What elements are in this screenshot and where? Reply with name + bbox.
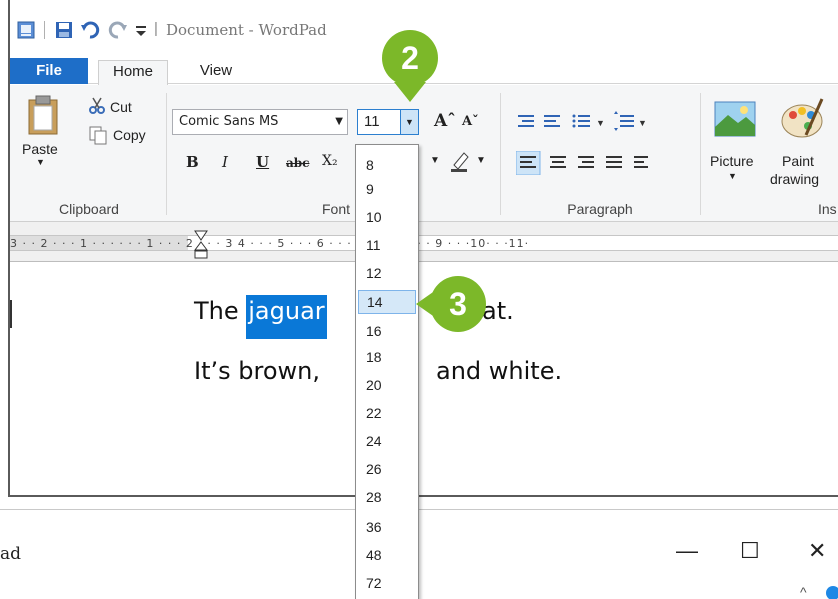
strikethrough-button[interactable]: abc (286, 156, 309, 170)
clipboard-group-label: Clipboard (59, 201, 119, 217)
step-2-callout: 2 (382, 30, 438, 86)
font-size-option[interactable]: 12 (358, 261, 416, 285)
selected-text[interactable]: jaguar (246, 295, 327, 339)
tab-home[interactable]: Home (98, 60, 168, 87)
step-3-callout: 3 (430, 276, 486, 332)
italic-button[interactable]: I (222, 153, 228, 171)
paint-drawing-label-2[interactable]: drawing (770, 171, 819, 187)
font-size-option[interactable]: 16 (358, 319, 416, 343)
subscript-button[interactable]: X₂ (322, 153, 338, 169)
screenshot-stage: | Document - WordPad File Home View Past… (0, 0, 838, 599)
font-size-dropdown-list[interactable]: 8 9 10 11 12 14 16 18 20 22 24 26 28 36 … (355, 144, 419, 599)
group-divider (166, 93, 167, 215)
font-size-option[interactable]: 36 (358, 515, 416, 539)
font-size-option[interactable]: 11 (358, 233, 416, 257)
font-size-option[interactable]: 24 (358, 429, 416, 453)
close-button[interactable]: ✕ (808, 538, 826, 564)
group-divider (500, 93, 501, 215)
copy-icon[interactable] (88, 125, 108, 145)
second-window-titlebar: ad — ☐ ✕ ^ (0, 509, 838, 599)
tray-app-icon[interactable] (826, 586, 838, 599)
paragraph-list-icons[interactable]: ▼ ▼ (516, 111, 696, 133)
font-size-option[interactable]: 22 (358, 401, 416, 425)
paste-label: Paste (22, 141, 58, 157)
font-size-value[interactable]: 11 (358, 111, 400, 133)
text-color-arrow-icon[interactable]: ▼ (430, 155, 440, 166)
font-size-option[interactable]: 10 (358, 205, 416, 229)
save-icon[interactable] (54, 20, 74, 40)
chevron-down-icon: ▼ (335, 116, 343, 127)
grow-font-button[interactable]: Aˆ (434, 111, 456, 131)
picture-button[interactable]: Picture (710, 153, 754, 169)
font-size-option[interactable]: 28 (358, 485, 416, 509)
insert-group-label: Ins (818, 201, 837, 217)
cut-icon[interactable] (88, 97, 106, 115)
tab-view[interactable]: View (186, 60, 246, 84)
qat-separator (44, 21, 45, 39)
paste-button[interactable]: Paste ▼ (22, 95, 66, 185)
copy-button[interactable]: Copy (113, 127, 146, 143)
step-3-callout-pointer (416, 290, 436, 318)
font-size-option-hovered[interactable]: 14 (358, 290, 416, 314)
redo-icon[interactable] (108, 20, 128, 40)
document-line-2-end[interactable]: and white. (436, 357, 562, 385)
font-size-option[interactable]: 9 (358, 177, 416, 201)
indent-marker-icon[interactable] (194, 230, 208, 260)
font-size-option[interactable]: 20 (358, 373, 416, 397)
highlight-pen-icon[interactable] (448, 149, 472, 173)
window-title: Document - WordPad (166, 21, 327, 39)
font-size-option[interactable]: 26 (358, 457, 416, 481)
tab-file[interactable]: File (10, 58, 88, 84)
minimize-button[interactable]: — (676, 538, 698, 564)
svg-text:▼: ▼ (596, 118, 605, 128)
font-size-option[interactable]: 48 (358, 543, 416, 567)
alignment-icons[interactable] (516, 151, 696, 175)
font-family-value: Comic Sans MS (179, 114, 279, 129)
document-line-1[interactable]: The jaguar (194, 295, 327, 339)
shrink-font-button[interactable]: Aˇ (462, 114, 479, 129)
highlight-arrow-icon[interactable]: ▼ (476, 155, 486, 166)
bold-button[interactable]: B (186, 153, 199, 171)
customize-qat-icon[interactable] (134, 20, 148, 40)
font-size-dropdown-button[interactable]: ▼ (400, 110, 418, 134)
wordpad-app-icon[interactable] (16, 20, 36, 40)
ruler-scale[interactable]: 3 · · 2 · · · 1 · · · · · · 1 · · · 2 · … (10, 235, 838, 251)
paste-icon (28, 95, 58, 135)
step-2-callout-pointer (394, 82, 426, 102)
font-family-select[interactable]: Comic Sans MS ▼ (172, 109, 348, 135)
title-separator: | (154, 20, 158, 37)
font-size-option[interactable]: 8 (358, 153, 416, 177)
ruler[interactable]: 3 · · 2 · · · 1 · · · · · · 1 · · · 2 · … (10, 222, 838, 262)
document-line-1-end[interactable]: at. (482, 297, 514, 325)
font-size-option[interactable]: 18 (358, 345, 416, 369)
ruler-ticks: 3 · · 2 · · · 1 · · · · · · 1 · · · 2 · … (10, 237, 530, 250)
paragraph-group-label: Paragraph (567, 201, 633, 217)
picture-icon[interactable] (714, 101, 756, 137)
tray-chevron-icon[interactable]: ^ (800, 584, 807, 599)
group-divider (700, 93, 701, 215)
paint-palette-icon[interactable] (778, 95, 826, 141)
ribbon-home: Paste ▼ Cut Copy Clipboard Comic Sans MS… (10, 85, 838, 222)
picture-arrow-icon[interactable]: ▼ (728, 171, 737, 181)
document-line-2[interactable]: It’s brown, (194, 357, 320, 385)
font-size-select[interactable]: 11 ▼ (357, 109, 419, 135)
text-before-selection: The (194, 297, 247, 325)
paste-arrow-icon: ▼ (36, 157, 45, 167)
font-size-option[interactable]: 72 (358, 571, 416, 595)
underline-button[interactable]: U (256, 153, 269, 171)
paint-drawing-label-1[interactable]: Paint (782, 153, 814, 169)
cut-button[interactable]: Cut (110, 99, 132, 115)
maximize-button[interactable]: ☐ (740, 538, 760, 564)
left-edge-marker (10, 300, 12, 328)
undo-icon[interactable] (80, 20, 100, 40)
svg-text:▼: ▼ (638, 118, 647, 128)
second-window-title: ad (0, 544, 22, 564)
